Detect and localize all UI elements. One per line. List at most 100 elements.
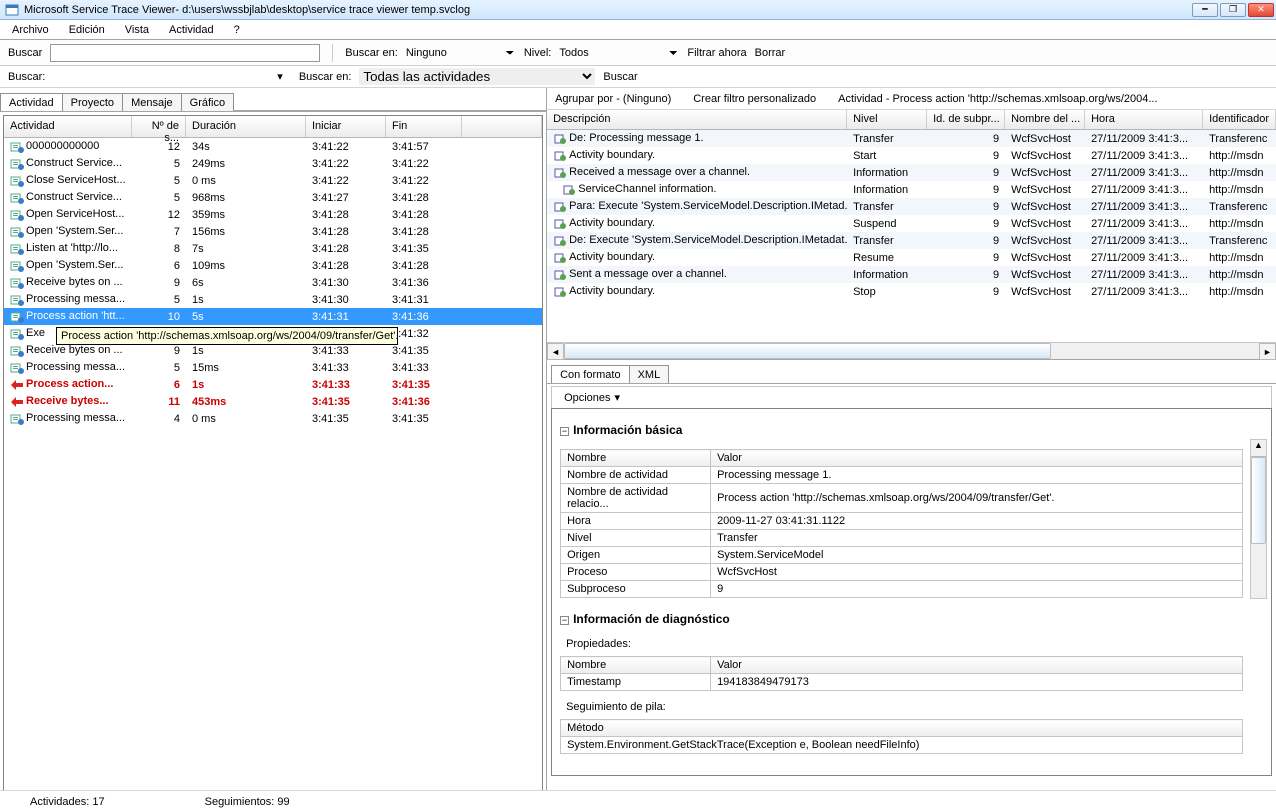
tab-actividad[interactable]: Actividad <box>0 93 63 111</box>
col-actividad[interactable]: Actividad <box>4 116 132 137</box>
col-duracion[interactable]: Duración <box>186 116 306 137</box>
activity-grid[interactable]: Actividad Nº de s... Duración Iniciar Fi… <box>3 115 543 804</box>
activity-row[interactable]: Processing messa...515ms3:41:333:41:33 <box>4 359 542 376</box>
trace-icon <box>553 201 567 213</box>
activity-icon <box>10 141 24 153</box>
activity-row[interactable]: 0000000000001234s3:41:223:41:57 <box>4 138 542 155</box>
activity-row[interactable]: Open ServiceHost...12359ms3:41:283:41:28 <box>4 206 542 223</box>
stack-row: System.Environment.GetStackTrace(Excepti… <box>561 737 1243 754</box>
scroll-thumb[interactable] <box>564 343 1050 359</box>
trace-row[interactable]: ServiceChannel information.Information9W… <box>547 181 1276 198</box>
tab-xml[interactable]: XML <box>629 365 670 383</box>
buscar-label: Buscar <box>8 47 42 59</box>
activity-icon <box>10 294 24 306</box>
buscar-input[interactable] <box>50 44 320 62</box>
activity-icon <box>10 311 24 323</box>
diag-info-heading: Información de diagnóstico <box>573 612 730 626</box>
trace-row[interactable]: Activity boundary.Resume9WcfSvcHost27/11… <box>547 249 1276 266</box>
trace-hscrollbar[interactable]: ◄ ► <box>547 342 1276 359</box>
detail-tabstrip: Con formato XML <box>547 362 1276 384</box>
col-nivel[interactable]: Nivel <box>847 110 927 129</box>
trace-row[interactable]: De: Processing message 1.Transfer9WcfSvc… <box>547 130 1276 147</box>
close-button[interactable]: ✕ <box>1248 3 1274 17</box>
activity-row[interactable]: Process action...61s3:41:333:41:35 <box>4 376 542 393</box>
col-ns[interactable]: Nº de s... <box>132 116 186 137</box>
trace-row[interactable]: De: Execute 'System.ServiceModel.Descrip… <box>547 232 1276 249</box>
kv-val-hdr: Valor <box>711 450 1243 467</box>
tab-grafico[interactable]: Gráfico <box>181 93 234 111</box>
activity-row[interactable]: Receive bytes...11453ms3:41:353:41:36 <box>4 393 542 410</box>
buscar-en2-combo[interactable]: Todas las actividades <box>359 68 595 85</box>
trace-grid[interactable]: Descripción Nivel Id. de subpr... Nombre… <box>547 110 1276 340</box>
props-label: Propiedades: <box>566 638 1263 650</box>
secondary-search-toolbar: Buscar: ▾ Buscar en: Todas las actividad… <box>0 66 1276 88</box>
col-iniciar[interactable]: Iniciar <box>306 116 386 137</box>
status-traces: Seguimientos: 99 <box>205 796 290 808</box>
col-tid[interactable]: Id. de subpr... <box>927 110 1005 129</box>
scroll-left-icon[interactable]: ◄ <box>547 343 564 360</box>
menu-archivo[interactable]: Archivo <box>4 22 57 38</box>
trace-row[interactable]: Received a message over a channel.Inform… <box>547 164 1276 181</box>
activity-icon <box>10 413 24 425</box>
app-icon <box>4 3 20 17</box>
activity-row[interactable]: Processing messa...40 ms3:41:353:41:35 <box>4 410 542 427</box>
opciones-bar[interactable]: Opciones ▾ <box>551 386 1272 408</box>
collapse-basic-icon[interactable]: − <box>560 427 569 436</box>
tab-proyecto[interactable]: Proyecto <box>62 93 123 111</box>
activity-row[interactable]: Receive bytes on ...96s3:41:303:41:36 <box>4 274 542 291</box>
borrar-link[interactable]: Borrar <box>755 47 786 59</box>
trace-row[interactable]: Activity boundary.Stop9WcfSvcHost27/11/2… <box>547 283 1276 300</box>
trace-icon <box>553 235 567 247</box>
tab-mensaje[interactable]: Mensaje <box>122 93 182 111</box>
col-hora[interactable]: Hora <box>1085 110 1203 129</box>
activity-row[interactable]: Open 'System.Ser...6109ms3:41:283:41:28 <box>4 257 542 274</box>
menu-actividad[interactable]: Actividad <box>161 22 222 38</box>
window-title: Microsoft Service Trace Viewer- d:\users… <box>24 4 1192 16</box>
nivel-combo[interactable]: Todos <box>559 43 679 63</box>
activity-icon <box>10 243 24 255</box>
create-filter-link[interactable]: Crear filtro personalizado <box>693 93 816 105</box>
menu-vista[interactable]: Vista <box>117 22 157 38</box>
trace-icon <box>553 150 567 162</box>
status-bar: Actividades: 17 Seguimientos: 99 <box>0 790 1276 812</box>
basic-vscrollbar[interactable]: ▲ <box>1250 439 1267 599</box>
activity-row[interactable]: Process action 'htt...105s3:41:313:41:36 <box>4 308 542 325</box>
minimize-button[interactable]: ━ <box>1192 3 1218 17</box>
trace-row[interactable]: Para: Execute 'System.ServiceModel.Descr… <box>547 198 1276 215</box>
group-by-link[interactable]: Agrupar por - (Ninguno) <box>555 93 671 105</box>
menu-help[interactable]: ? <box>226 22 248 38</box>
activity-row[interactable]: Construct Service...5968ms3:41:273:41:28 <box>4 189 542 206</box>
buscar-en-combo[interactable]: Ninguno <box>406 43 516 63</box>
activity-row[interactable]: Construct Service...5249ms3:41:223:41:22 <box>4 155 542 172</box>
trace-icon <box>553 167 567 179</box>
col-descripcion[interactable]: Descripción <box>547 110 847 129</box>
kv-row: NivelTransfer <box>561 530 1243 547</box>
buscar2-button[interactable]: Buscar <box>603 71 637 83</box>
kv-row: Timestamp194183849479173 <box>561 674 1243 691</box>
scroll-right-icon[interactable]: ► <box>1259 343 1276 360</box>
trace-row[interactable]: Sent a message over a channel.Informatio… <box>547 266 1276 283</box>
activity-row[interactable]: Open 'System.Ser...7156ms3:41:283:41:28 <box>4 223 542 240</box>
activity-icon <box>10 277 24 289</box>
search-toolbar: Buscar Buscar en: Ninguno Nivel: Todos F… <box>0 40 1276 66</box>
activity-row[interactable]: Processing messa...51s3:41:303:41:31 <box>4 291 542 308</box>
activity-icon <box>10 328 24 340</box>
col-nombre[interactable]: Nombre del ... <box>1005 110 1085 129</box>
activity-icon <box>10 379 24 391</box>
activity-icon <box>10 345 24 357</box>
kv-row: Nombre de actividadProcessing message 1. <box>561 467 1243 484</box>
col-id[interactable]: Identificador <box>1203 110 1276 129</box>
activity-row[interactable]: Close ServiceHost...50 ms3:41:223:41:22 <box>4 172 542 189</box>
activity-icon <box>10 192 24 204</box>
nivel-label: Nivel: <box>524 47 552 59</box>
collapse-diag-icon[interactable]: − <box>560 616 569 625</box>
activity-path-label: Actividad - Process action 'http://schem… <box>838 93 1157 105</box>
tab-formato[interactable]: Con formato <box>551 365 630 383</box>
col-fin[interactable]: Fin <box>386 116 462 137</box>
menu-edicion[interactable]: Edición <box>61 22 113 38</box>
filtrar-ahora-link[interactable]: Filtrar ahora <box>687 47 746 59</box>
trace-row[interactable]: Activity boundary.Suspend9WcfSvcHost27/1… <box>547 215 1276 232</box>
trace-row[interactable]: Activity boundary.Start9WcfSvcHost27/11/… <box>547 147 1276 164</box>
maximize-button[interactable]: ❐ <box>1220 3 1246 17</box>
activity-row[interactable]: Listen at 'http://lo...87s3:41:283:41:35 <box>4 240 542 257</box>
